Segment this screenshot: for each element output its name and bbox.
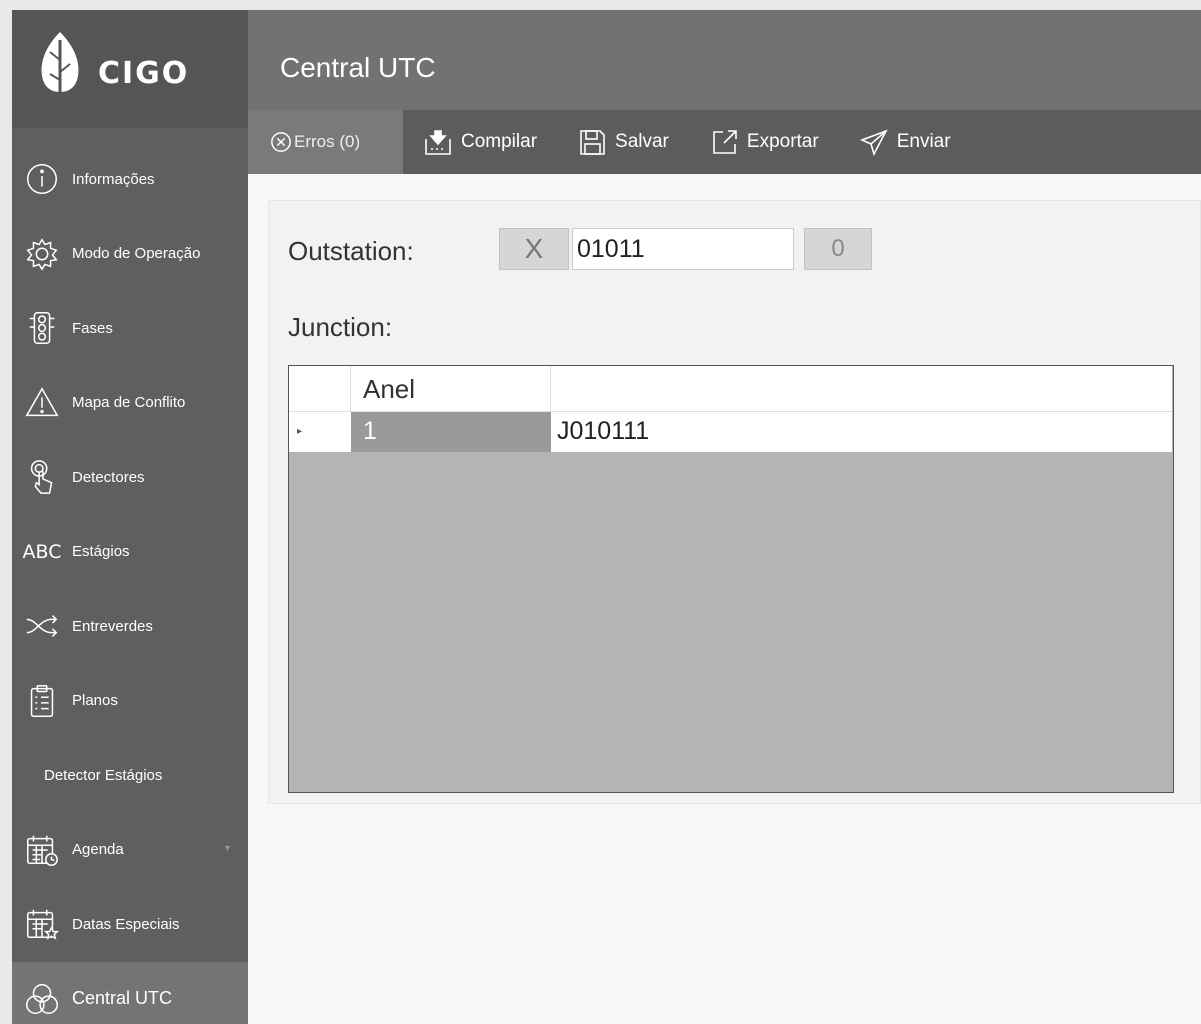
sidebar-item-label: Planos [72, 692, 118, 710]
export-label: Exportar [746, 131, 819, 152]
sidebar-item-label: Entreverdes [72, 617, 153, 635]
sidebar-item-detectores[interactable]: Detectores [12, 440, 248, 515]
save-label: Salvar [615, 131, 669, 152]
touch-icon [12, 458, 72, 496]
compile-button[interactable]: Compilar [403, 110, 557, 174]
warning-icon [12, 384, 72, 422]
sidebar-item-label: Agenda [72, 841, 124, 859]
chevron-down-icon: ▾ [224, 842, 230, 854]
gear-icon [12, 235, 72, 273]
clear-button[interactable]: X [499, 228, 569, 270]
calendar-star-icon [12, 905, 72, 943]
junction-label: Junction: [288, 312, 393, 342]
page-title: Central UTC [280, 52, 436, 83]
cell-junction[interactable]: J010111 [551, 412, 1171, 452]
abc-icon: ABC [22, 540, 62, 563]
traffic-light-icon [12, 309, 72, 347]
sidebar-item-label: Central UTC [72, 988, 173, 1009]
sidebar-item-estagios[interactable]: ABC Estágios [12, 515, 248, 590]
sidebar-item-label: Mapa de Conflito [72, 394, 186, 412]
sidebar-item-informacoes[interactable]: Informações [12, 142, 248, 217]
cell-anel[interactable]: 1 [351, 412, 551, 452]
clipboard-icon [12, 682, 72, 720]
circles-icon [12, 980, 72, 1018]
counter-button[interactable]: 0 [804, 228, 872, 270]
sidebar-item-label: Fases [72, 319, 113, 337]
sidebar-item-label: Detectores [72, 468, 145, 486]
compile-icon [425, 130, 451, 155]
column-header-anel[interactable]: Anel [351, 366, 551, 412]
shuffle-icon [12, 607, 72, 645]
table-row[interactable]: ▸ 1 J010111 [289, 412, 1172, 452]
row-selector-icon[interactable]: ▸ [289, 412, 351, 452]
sidebar-item-datas-especiais[interactable]: Datas Especiais [12, 887, 248, 962]
sidebar-item-label: Modo de Operação [72, 245, 201, 263]
row-header-corner [289, 366, 351, 412]
outstation-input[interactable] [572, 228, 794, 270]
compile-label: Compilar [461, 131, 538, 152]
logo: CIGO [12, 10, 248, 128]
sidebar-item-fases[interactable]: Fases [12, 291, 248, 366]
sidebar-item-central-utc[interactable]: Central UTC [12, 961, 248, 1024]
sidebar: CIGO Informações Modo de Operação Fases [12, 10, 248, 1024]
export-icon [713, 130, 737, 154]
header: Central UTC [248, 10, 1201, 110]
sidebar-item-label: Detector Estágios [44, 766, 163, 784]
sidebar-item-label: Datas Especiais [72, 915, 180, 933]
sidebar-item-agenda[interactable]: Agenda ▾ [12, 813, 248, 888]
sidebar-item-modo-de-operacao[interactable]: Modo de Operação [12, 217, 248, 292]
sidebar-nav: Informações Modo de Operação Fases Mapa … [12, 142, 248, 1024]
sidebar-item-entreverdes[interactable]: Entreverdes [12, 589, 248, 664]
errors-button[interactable]: Erros (0) [248, 110, 403, 174]
send-icon [859, 129, 888, 157]
sidebar-item-planos[interactable]: Planos [12, 664, 248, 739]
sidebar-item-label: Estágios [72, 543, 130, 561]
app-window: CIGO Informações Modo de Operação Fases [12, 10, 1201, 1024]
sidebar-item-detector-estagios[interactable]: Detector Estágios [12, 738, 248, 813]
sidebar-item-label: Informações [72, 170, 155, 188]
grid-header: Anel [289, 366, 1172, 412]
junction-grid: Anel ▸ 1 J010111 [288, 365, 1174, 793]
errors-label: Erros (0) [294, 132, 361, 151]
sidebar-item-mapa-de-conflito[interactable]: Mapa de Conflito [12, 366, 248, 441]
send-label: Enviar [896, 131, 951, 152]
calendar-clock-icon [12, 831, 72, 869]
logo-text: CIGO [98, 56, 190, 91]
save-button[interactable]: Salvar [557, 110, 689, 174]
info-icon [12, 160, 72, 198]
outstation-label: Outstation: [288, 236, 414, 266]
export-button[interactable]: Exportar [689, 110, 839, 174]
leaf-logo-icon [41, 32, 79, 112]
close-circle-icon [271, 132, 291, 152]
save-icon [580, 130, 605, 155]
send-button[interactable]: Enviar [839, 110, 971, 174]
toolbar: Erros (0) Compilar Salvar Exportar Envia… [248, 110, 1201, 174]
